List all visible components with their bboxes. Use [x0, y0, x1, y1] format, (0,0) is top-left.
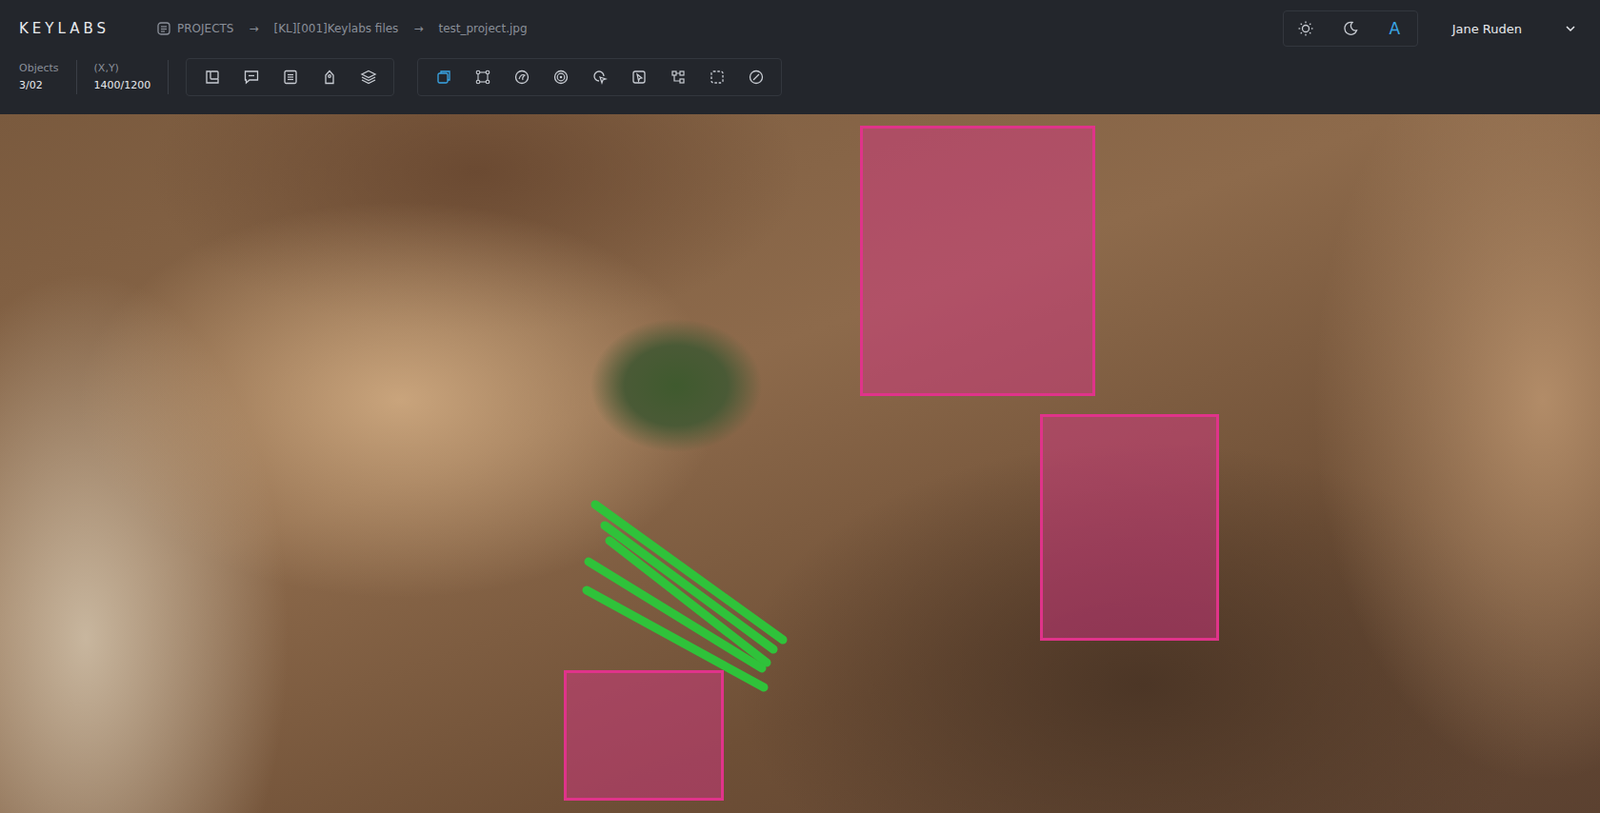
bounding-box-icon: [435, 68, 453, 86]
tool-button[interactable]: [658, 61, 698, 93]
tool-button[interactable]: [540, 61, 580, 93]
list-icon: [281, 68, 300, 86]
stat-value: 3/02: [19, 79, 60, 92]
breadcrumb: PROJECTS → [KL][001]Keylabs files → test_p…: [156, 20, 528, 37]
user-name: Jane Ruden: [1452, 21, 1522, 37]
user-menu[interactable]: Jane Ruden: [1452, 21, 1581, 37]
tool-button[interactable]: [580, 61, 620, 93]
skeleton-tree-icon: [669, 68, 687, 86]
target-icon: [552, 68, 570, 86]
stat-label: (X,Y): [94, 61, 152, 75]
layers-icon: [360, 68, 378, 86]
tool-group: [185, 58, 395, 97]
lasso-cursor-icon: [591, 68, 609, 86]
tool-button[interactable]: [697, 61, 737, 93]
select-pointer-icon: [630, 68, 648, 86]
stat-label: Objects: [19, 61, 60, 75]
sun-icon: [1297, 20, 1315, 38]
tool-button[interactable]: [348, 61, 388, 93]
bounding-box[interactable]: [563, 670, 724, 801]
chevron-down-icon: [1563, 21, 1578, 36]
breadcrumb-item[interactable]: PROJECTS: [177, 21, 234, 36]
tool-group: [417, 58, 782, 97]
breadcrumb-separator: →: [413, 21, 423, 36]
ruler-compass-icon: [747, 68, 765, 86]
tool-button[interactable]: [462, 61, 502, 93]
annotation-app: KEYLABS PROJECTS → [KL][001]Keylabs files…: [0, 0, 1600, 813]
tool-button[interactable]: [736, 61, 776, 93]
header: KEYLABS PROJECTS → [KL][001]Keylabs files…: [0, 0, 1600, 115]
tool-button[interactable]: [309, 61, 349, 93]
moon-icon: [1341, 20, 1360, 38]
theme-option[interactable]: A: [1377, 14, 1412, 43]
tool-button[interactable]: [270, 61, 310, 93]
tool-button[interactable]: [231, 61, 271, 93]
projects-icon: [156, 20, 172, 37]
tool-button[interactable]: [619, 61, 659, 93]
theme-option[interactable]: [1333, 14, 1368, 43]
tool-button[interactable]: [192, 61, 232, 93]
bounding-box[interactable]: [860, 125, 1096, 397]
breadcrumb-item[interactable]: test_project.jpg: [438, 21, 527, 36]
theme-switcher: A: [1282, 10, 1419, 47]
image-canvas[interactable]: [0, 114, 1600, 813]
tag-icon: [320, 68, 339, 86]
polygon-points-icon: [474, 68, 492, 86]
comment-icon: [242, 68, 260, 86]
tool-button[interactable]: [423, 61, 463, 93]
dashed-rectangle-icon: [708, 68, 726, 86]
bounding-box[interactable]: [1040, 414, 1220, 641]
aerial-photo: [0, 114, 1600, 813]
magic-shape-icon: [513, 68, 531, 86]
stat-value: 1400/1200: [94, 79, 152, 92]
breadcrumb-separator: →: [248, 21, 259, 36]
theme-label: A: [1388, 19, 1400, 39]
logo[interactable]: KEYLABS: [19, 20, 157, 38]
stat: (X,Y) 1400/1200: [94, 60, 170, 95]
theme-option[interactable]: [1288, 14, 1323, 43]
polyline-annotation[interactable]: [0, 114, 1600, 813]
stat: Objects 3/02: [19, 60, 78, 95]
export-icon: [203, 68, 221, 86]
tool-button[interactable]: [501, 61, 541, 93]
breadcrumb-item[interactable]: [KL][001]Keylabs files: [274, 21, 400, 36]
